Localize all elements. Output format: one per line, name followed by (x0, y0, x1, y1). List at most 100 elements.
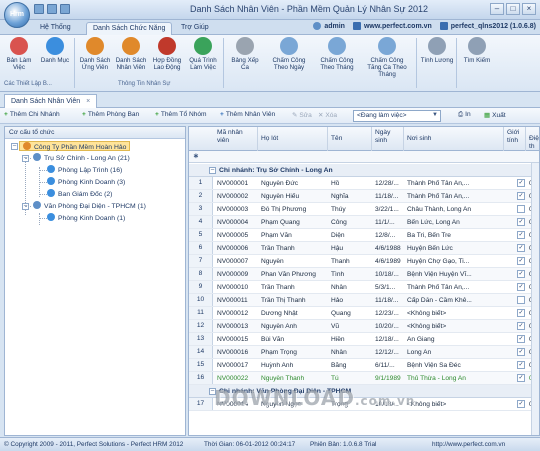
close-tab-icon[interactable]: × (86, 98, 90, 105)
add-branch-button[interactable]: + Thêm Chi Nhánh (4, 111, 60, 118)
vertical-scrollbar[interactable] (531, 163, 539, 435)
cell-ten: Nhân (331, 349, 347, 356)
col-header-dien-thoai[interactable]: Điện th (529, 135, 539, 151)
col-header-ngay-sinh[interactable]: Ngày sinh (375, 129, 399, 145)
gender-checkbox[interactable]: ✓ (517, 218, 525, 226)
grid-filter-row[interactable]: ∗ (189, 151, 539, 163)
delete-button[interactable]: ✕ Xóa (318, 111, 337, 119)
tree-node-dept-kinhdoanh-hcm[interactable]: Phòng Kinh Doanh (1) (47, 213, 125, 223)
table-row[interactable]: 5 NV000005 Phạm Văn Diện 12/8/... Ba Tri, Bến… (189, 229, 539, 242)
table-row[interactable]: 1 NV000001 Nguyễn Đức Hồ 12/28/... Thành Phố … (189, 177, 539, 190)
ribbon-btn-qua-trinh-lam-viec[interactable]: Quá Trình Làm Việc (186, 37, 220, 79)
ribbon-btn-cham-cong-theo-ngay[interactable]: Chấm Công Theo Ngày (272, 37, 306, 79)
minimize-button[interactable]: – (490, 3, 504, 15)
group-collapse-toggle[interactable]: – (209, 167, 216, 174)
tab-he-thong[interactable]: Hệ Thống (34, 22, 77, 35)
ribbon-btn-hop-dong-lao-dong[interactable]: Hợp Đồng Lao Động (150, 37, 184, 79)
col-header-ten[interactable]: Tên (331, 135, 342, 143)
table-row[interactable]: 4 NV000004 Phạm Quang Công 11/1/... Bến Lức, … (189, 216, 539, 229)
col-header-gioi-tinh[interactable]: Giới tính (507, 129, 525, 145)
cell-id: NV000010 (217, 284, 249, 291)
gender-checkbox[interactable]: ✓ (517, 244, 525, 252)
gender-checkbox[interactable]: ✓ (517, 374, 525, 382)
table-row[interactable]: 12 NV000013 Nguyễn Anh Vũ 10/20/... <Không bi… (189, 320, 539, 333)
document-tab[interactable]: Danh Sách Nhân Viên × (4, 94, 98, 108)
ribbon-btn-cham-cong-theo-thang[interactable]: Chấm Công Theo Tháng (320, 37, 354, 79)
gender-checkbox[interactable]: ✓ (517, 257, 525, 265)
gender-checkbox[interactable]: ✓ (517, 231, 525, 239)
cell-noi: Cấp Dẫn - Cầm Khê... (407, 297, 472, 304)
table-row[interactable]: 11 NV000012 Dương Nhật Quang 12/23/... <Không… (189, 307, 539, 320)
tab-tro-giup[interactable]: Trợ Giúp (175, 22, 215, 35)
row-number: 3 (189, 203, 213, 215)
table-row[interactable]: 3 NV000003 Đỗ Thị Phương Thúy 3/22/1... Châu … (189, 203, 539, 216)
app-logo[interactable]: Hrm (4, 2, 30, 28)
table-row[interactable]: 6 NV000006 Trần Thanh Hậu 4/6/1988 Huyện Bến … (189, 242, 539, 255)
cell-ten: Hồ (331, 180, 340, 187)
tree-node-dept-laptrinh[interactable]: Phòng Lập Trình (16) (47, 165, 122, 175)
add-employee-button[interactable]: + Thêm Nhân Viên (220, 111, 275, 118)
ribbon-btn-danh-sach-nhan-vien[interactable]: Danh Sách Nhân Viên (114, 37, 148, 79)
gender-checkbox[interactable]: ✓ (517, 283, 525, 291)
open-icon[interactable] (47, 4, 57, 14)
ribbon-btn-bang-xep-ca[interactable]: Bảng Xếp Ca (228, 37, 262, 79)
collapse-toggle[interactable]: – (11, 143, 18, 150)
table-row[interactable]: 15 NV000017 Huỳnh Anh Bằng 6/11/... Bệnh Viện… (189, 359, 539, 372)
gender-checkbox[interactable]: ✓ (517, 270, 525, 278)
table-row[interactable]: 9 NV000010 Trần Thanh Nhân 5/3/1... Thành Phố… (189, 281, 539, 294)
export-button[interactable]: ▦ Xuất (484, 111, 506, 119)
watermark-logo: DOWNLOAD.com.vn (214, 386, 416, 410)
tree-node-dept-bangiamdoc[interactable]: Ban Giám Đốc (2) (47, 189, 112, 199)
close-button[interactable]: × (522, 3, 536, 15)
ribbon-btn-tim-kiem[interactable]: Tìm Kiếm (460, 37, 494, 79)
table-row[interactable]: 16 NV000022 Nguyễn Thanh Tú 9/1/1989 Thủ Thừa… (189, 372, 539, 385)
cell-ho: Nguyễn Hiếu (261, 193, 300, 200)
col-header-ho-lot[interactable]: Họ lót (261, 135, 278, 143)
col-header-noi-sinh[interactable]: Nơi sinh (407, 135, 431, 143)
edit-button[interactable]: ✎ Sửa (292, 111, 312, 119)
table-row[interactable]: 2 NV000002 Nguyễn Hiếu Nghĩa 11/18/... Thành … (189, 190, 539, 203)
gender-checkbox[interactable]: ✓ (517, 361, 525, 369)
row-number: 4 (189, 216, 213, 228)
gender-checkbox[interactable]: ✓ (517, 309, 525, 317)
add-group-button[interactable]: + Thêm Tổ Nhóm (155, 111, 207, 118)
gender-checkbox[interactable]: ✓ (517, 348, 525, 356)
ribbon-btn-danh-muc[interactable]: Danh Mục (38, 37, 72, 79)
cell-id: NV000011 (217, 297, 248, 304)
table-row[interactable]: 10 NV000011 Trần Thị Thanh Hảo 11/18/... Cấp … (189, 294, 539, 307)
tree-node-company[interactable]: Công Ty Phần Mềm Hoàn Hảo (19, 141, 131, 151)
ribbon-btn-ban-lam-viec[interactable]: Bản Làm Việc (2, 37, 36, 79)
table-row[interactable]: 8 NV000009 Phan Văn Phương Tình 10/18/... Bện… (189, 268, 539, 281)
gender-checkbox[interactable] (517, 296, 525, 304)
print-button[interactable]: ⎙ In (458, 111, 471, 119)
table-row[interactable]: 14 NV000016 Phạm Trọng Nhân 12/12/... Long An… (189, 346, 539, 359)
cell-ho: Nguyễn Thanh (261, 375, 305, 382)
maximize-button[interactable]: □ (506, 3, 520, 15)
table-row[interactable]: 13NV000015Bùi VănHiền12/18/...An Giang✓0… (189, 333, 539, 346)
ribbon-btn-danh-sach-ung-vien[interactable]: Danh Sách Ứng Viên (78, 37, 112, 79)
col-header-ma-nv[interactable]: Mã nhân viên (217, 129, 253, 145)
save-icon[interactable] (34, 4, 44, 14)
gender-checkbox[interactable]: ✓ (517, 335, 525, 343)
gender-checkbox[interactable]: ✓ (517, 322, 525, 330)
website-link[interactable]: www.perfect.com.vn (352, 22, 432, 30)
tree-node-branch-tphcm[interactable]: Văn Phòng Đại Diện - TPHCM (1) (33, 201, 146, 211)
tree-node-branch-longan[interactable]: Trụ Sở Chính - Long An (21) (33, 153, 130, 163)
cell-ho: Phạm Văn (261, 232, 292, 239)
undo-icon[interactable] (60, 4, 70, 14)
ribbon-btn-tinh-luong[interactable]: Tính Lương (420, 37, 454, 79)
add-department-button[interactable]: + Thêm Phòng Ban (82, 111, 139, 118)
tab-danh-sach-chuc-nang[interactable]: Danh Sách Chức Năng (86, 22, 173, 35)
cell-noi: Thành Phố Tân An,... (407, 193, 470, 200)
status-filter-select[interactable]: <Đang làm việc> ▼ (353, 110, 441, 122)
gender-checkbox[interactable]: ✓ (517, 400, 525, 408)
ribbon-btn-cham-cong-tang-ca[interactable]: Chấm Công Tăng Ca Theo Tháng (364, 37, 410, 79)
row-number: 5 (189, 229, 213, 241)
gender-checkbox[interactable]: ✓ (517, 192, 525, 200)
table-row[interactable]: 7 NV000007 Nguyễn Thanh 4/6/1989 Huyện Chợ Gạ… (189, 255, 539, 268)
gender-checkbox[interactable] (517, 205, 525, 213)
tree-node-dept-kinhdoanh[interactable]: Phòng Kinh Doanh (3) (47, 177, 125, 187)
status-website[interactable]: http://www.perfect.com.vn (432, 441, 505, 448)
gender-checkbox[interactable]: ✓ (517, 179, 525, 187)
group-row-longan[interactable]: – Chi nhánh: Trụ Sở Chính - Long An (189, 164, 539, 177)
